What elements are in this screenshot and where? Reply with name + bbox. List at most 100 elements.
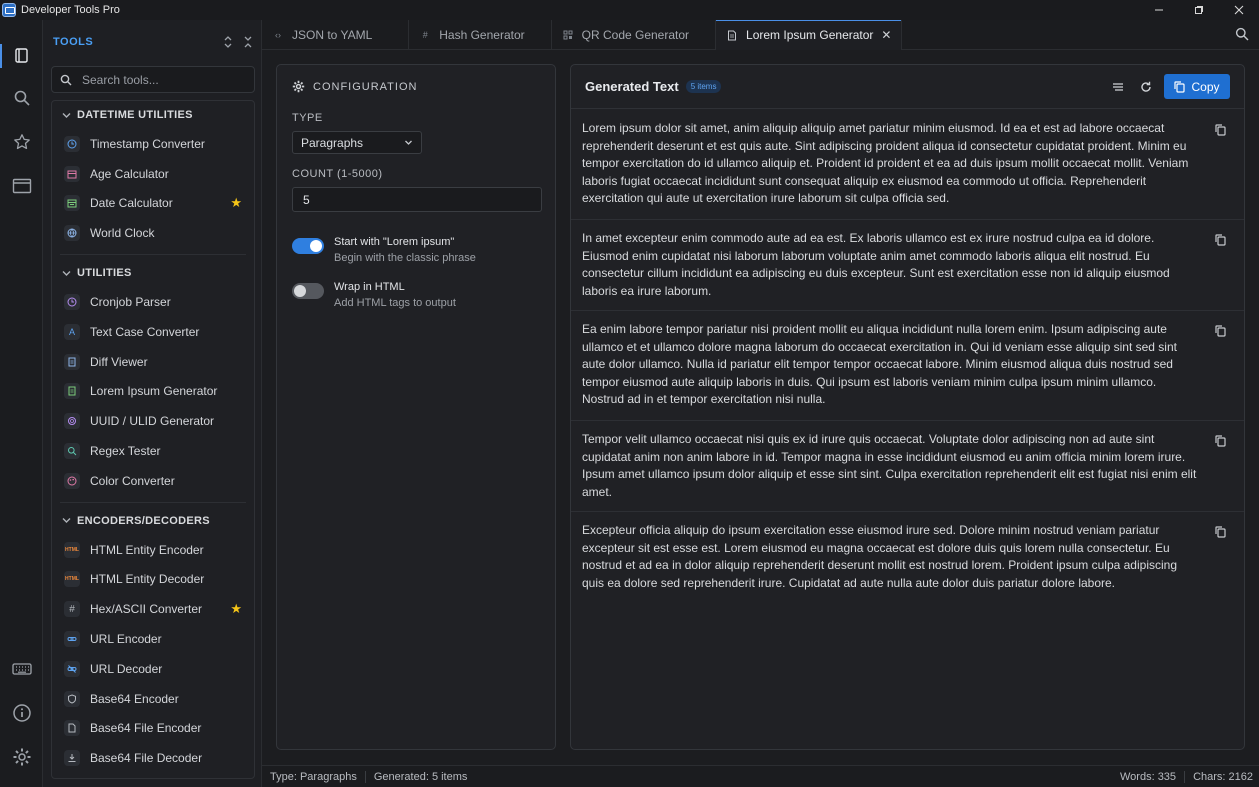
tool-item-label: Text Case Converter xyxy=(90,324,200,339)
start-with-lorem-toggle[interactable] xyxy=(292,238,324,254)
tool-item-diff-viewer[interactable]: Diff Viewer xyxy=(52,347,254,377)
tab-qr-code-generator[interactable]: QR Code Generator xyxy=(552,20,717,50)
tool-search-box[interactable] xyxy=(51,66,255,93)
copy-icon[interactable] xyxy=(1215,124,1226,136)
sidebar-header: TOOLS xyxy=(53,34,253,50)
count-input[interactable]: 5 xyxy=(292,187,542,212)
copy-icon[interactable] xyxy=(1215,435,1226,447)
shield-icon xyxy=(64,690,80,707)
wrap-in-html-toggle[interactable] xyxy=(292,283,324,299)
output-header: Generated Text 5 items Copy xyxy=(571,65,1244,109)
tab-label: Lorem Ipsum Generator xyxy=(746,28,874,42)
start-with-lorem-row: Start with "Lorem ipsum" Begin with the … xyxy=(292,236,476,264)
link-icon xyxy=(64,631,80,648)
copy-button-label: Copy xyxy=(1191,79,1220,94)
tool-item-base64-file-encoder[interactable]: Base64 File Encoder xyxy=(52,714,254,744)
tab-lorem-ipsum-generator[interactable]: Lorem Ipsum Generator ✕ xyxy=(716,20,903,50)
expand-all-icon[interactable] xyxy=(223,36,233,48)
tool-item-label: Hex/ASCII Converter xyxy=(90,602,203,617)
tool-item-cronjob-parser[interactable]: Cronjob Parser xyxy=(52,287,254,317)
tool-item-label: Color Converter xyxy=(90,473,175,488)
text-case-icon: A xyxy=(64,323,80,340)
maximize-button[interactable] xyxy=(1179,0,1219,20)
tool-item-date-calculator[interactable]: Date Calculator ★ xyxy=(52,189,254,219)
minimize-button[interactable] xyxy=(1139,0,1179,20)
tool-item-url-decoder[interactable]: URL Decoder xyxy=(52,654,254,684)
chevron-down-icon xyxy=(404,138,413,147)
tool-item-uuid-ulid-generator[interactable]: UUID / ULID Generator xyxy=(52,406,254,436)
download-icon xyxy=(64,750,80,767)
search-icon xyxy=(60,74,72,86)
hash-icon: # xyxy=(64,601,80,618)
close-tab-icon[interactable]: ✕ xyxy=(881,28,891,42)
close-window-button[interactable] xyxy=(1219,0,1259,20)
group-header-datetime-utilities[interactable]: DATETIME UTILITIES xyxy=(52,101,254,129)
chevron-down-icon xyxy=(62,269,72,278)
status-words: Words: 335 xyxy=(1120,770,1177,783)
paragraph-text: Lorem ipsum dolor sit amet, anim aliquip… xyxy=(582,121,1189,206)
calendar-calc-icon xyxy=(64,195,80,212)
tab-label: Hash Generator xyxy=(439,28,525,42)
tools-sidebar: TOOLS DATETIME UTILITIES Timestamp Conve… xyxy=(43,20,262,787)
tool-item-regex-tester[interactable]: Regex Tester xyxy=(52,436,254,466)
tool-item-timestamp-converter[interactable]: Timestamp Converter xyxy=(52,129,254,159)
tool-item-hex-ascii-converter[interactable]: # Hex/ASCII Converter ★ xyxy=(52,594,254,624)
keyboard-icon[interactable] xyxy=(0,647,43,691)
collapse-all-icon[interactable] xyxy=(243,36,253,48)
tool-item-label: Base64 File Decoder xyxy=(90,751,203,766)
favorite-star-icon[interactable]: ★ xyxy=(230,195,242,211)
settings-gear-icon[interactable] xyxy=(0,735,43,779)
status-type: Type: Paragraphs xyxy=(270,770,357,783)
tool-item-label: Base64 Encoder xyxy=(90,691,179,706)
copy-icon[interactable] xyxy=(1215,526,1226,538)
app-logo-icon xyxy=(2,3,16,17)
activity-bar xyxy=(0,20,43,787)
paragraph-item: Lorem ipsum dolor sit amet, anim aliquip… xyxy=(571,110,1244,220)
search-icon[interactable] xyxy=(1235,27,1249,41)
tool-item-base64-file-decoder[interactable]: Base64 File Decoder xyxy=(52,743,254,773)
file-icon xyxy=(64,720,80,737)
paragraph-text: Excepteur officia aliquip do ipsum exerc… xyxy=(582,523,1178,590)
tool-item-lorem-ipsum-generator[interactable]: Lorem Ipsum Generator xyxy=(52,377,254,407)
refresh-icon[interactable] xyxy=(1136,77,1156,97)
tool-item-label: Timestamp Converter xyxy=(90,136,205,151)
copy-button[interactable]: Copy xyxy=(1164,74,1230,99)
clock-icon xyxy=(64,135,80,152)
tool-item-text-case-converter[interactable]: A Text Case Converter xyxy=(52,317,254,347)
info-icon[interactable] xyxy=(0,691,43,735)
status-chars: Chars: 2162 xyxy=(1193,770,1253,783)
copy-icon[interactable] xyxy=(1215,325,1226,337)
tool-item-label: Lorem Ipsum Generator xyxy=(90,384,218,399)
tab-bar: ‹› JSON to YAML # Hash Generator QR Code… xyxy=(262,20,1259,50)
window-layout-icon[interactable] xyxy=(0,164,43,208)
group-label: DATETIME UTILITIES xyxy=(77,109,193,121)
text-format-icon[interactable] xyxy=(1108,77,1128,97)
group-header-encoders-decoders[interactable]: ENCODERS/DECODERS xyxy=(52,507,254,535)
group-header-utilities[interactable]: UTILITIES xyxy=(52,259,254,287)
search-icon[interactable] xyxy=(0,76,43,120)
configuration-header: CONFIGURATION xyxy=(292,80,417,93)
tool-item-label: URL Decoder xyxy=(90,661,163,676)
tool-item-html-entity-encoder[interactable]: HTML HTML Entity Encoder xyxy=(52,535,254,565)
tools-panel-icon[interactable] xyxy=(0,34,43,78)
tool-item-base64-encoder[interactable]: Base64 Encoder xyxy=(52,684,254,714)
document-icon xyxy=(726,29,738,41)
tool-item-color-converter[interactable]: Color Converter xyxy=(52,466,254,496)
tool-item-url-encoder[interactable]: URL Encoder xyxy=(52,624,254,654)
tool-item-age-calculator[interactable]: Age Calculator xyxy=(52,159,254,189)
tab-json-to-yaml[interactable]: ‹› JSON to YAML xyxy=(262,20,410,50)
type-select[interactable]: Paragraphs xyxy=(292,131,422,154)
document-icon xyxy=(64,383,80,400)
tab-hash-generator[interactable]: # Hash Generator xyxy=(409,20,552,50)
copy-icon[interactable] xyxy=(1215,234,1226,246)
tool-item-world-clock[interactable]: World Clock xyxy=(52,218,254,248)
tool-list: DATETIME UTILITIES Timestamp Converter A… xyxy=(51,100,255,779)
tool-item-label: Date Calculator xyxy=(90,196,173,211)
favorites-star-icon[interactable] xyxy=(0,120,43,164)
hash-icon: # xyxy=(422,30,428,40)
tool-item-label: Age Calculator xyxy=(90,166,169,181)
type-label: TYPE xyxy=(292,112,323,124)
tool-search-input[interactable] xyxy=(82,72,242,87)
favorite-star-icon[interactable]: ★ xyxy=(230,601,242,617)
tool-item-html-entity-decoder[interactable]: HTML HTML Entity Decoder xyxy=(52,565,254,595)
